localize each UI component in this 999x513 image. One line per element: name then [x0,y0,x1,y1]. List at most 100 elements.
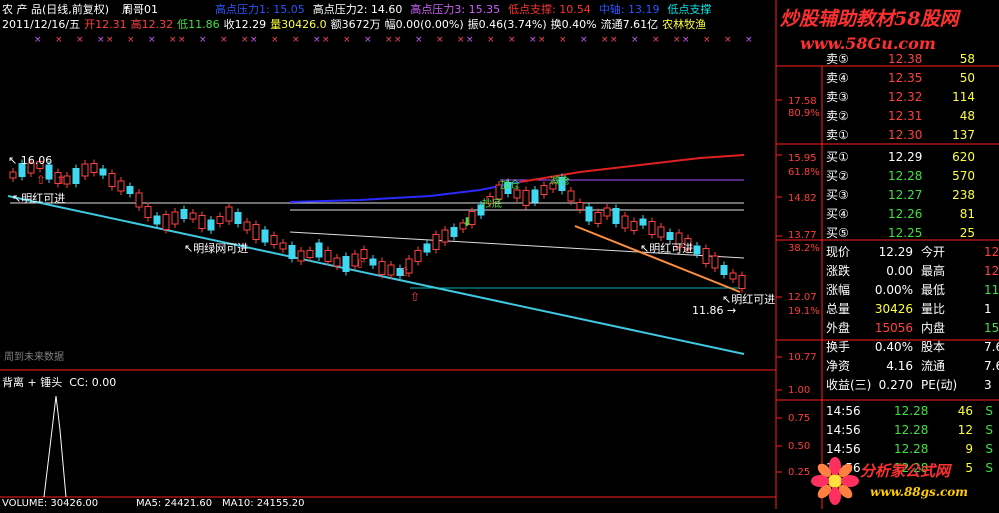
ohlc-field: 换0.40% [550,18,597,31]
candle-body [72,168,80,184]
candle-body [441,229,449,243]
lower-axis-tick-label: 0.50 [788,441,811,452]
tick-time: 14:56 [826,404,861,418]
candle-body [225,206,233,222]
candle-body [333,257,341,267]
overlay-label: 高点压力2: 14.60 [312,3,403,16]
candle-body [90,163,98,173]
quote-volume: 58 [959,52,975,66]
stat-value: 11 [984,283,999,297]
tick-price: 12.28 [894,404,929,418]
candle-body [432,234,440,250]
stat-label: 现价 [826,245,851,259]
stat-label: 今开 [921,245,946,259]
candle-body [603,207,611,217]
tick-row[interactable]: 14:56 12.28 12 S [826,421,999,440]
label-shengji: 加仓 [500,180,520,191]
signal-mark: × [343,35,351,45]
tick-row[interactable]: 14:56 12.28 46 S [826,402,999,421]
candle-body [522,190,530,206]
lower-axis-tick-label: 1.00 [788,385,811,396]
stat-label: 量比 [921,302,946,316]
candle-body [153,215,161,225]
candle-body [108,173,116,187]
axis-tick-label: 38.2% [788,243,820,254]
quote-label: 买① [826,150,849,164]
ohlc-field: 低11.86 [177,18,220,31]
signal-mark: × [673,35,681,45]
axis-tick-label: 14.82 [788,193,817,204]
stat-row: 净资 4.16 流通 7.6 [826,357,999,376]
quote-volume: 81 [959,207,975,221]
candle-body [576,202,584,210]
candle-body [198,215,206,229]
flower-logo-icon [811,457,859,505]
quote-price: 12.29 [888,150,923,164]
stat-label: 外盘 [826,321,851,335]
ohlc-info: 2011/12/16/五 开12.31 高12.32 低11.86 收12.29 量304… [2,18,710,31]
axis-tick-label: 17.58 [788,96,817,107]
candle-body [342,256,350,272]
signal-mark: × [169,35,177,45]
lower-panel-title: 背离 + 锤头 CC: 0.00 [2,376,117,389]
signal-mark: × [250,35,258,45]
quote-volume: 620 [952,150,975,164]
candle-body [540,185,548,195]
candle-body [144,206,152,218]
stat-value: 0.40% [874,340,913,354]
candle-body [117,180,125,192]
low-price-label: 11.86 → [692,304,737,317]
stat-value: 30426 [874,302,913,316]
stat-value: 7.6 [984,340,999,354]
quote-label: 卖① [826,128,849,142]
signal-mark: × [631,35,639,45]
candle-body [189,212,197,220]
ohlc-field: 量30426.0 [270,18,327,31]
candle-body [531,189,539,203]
stat-row: 收益(三) 0.270 PE(动) 3 [826,376,999,395]
candle-body [162,214,170,230]
candle-body [288,245,296,259]
stat-value: 0.270 [878,378,913,392]
stat-value: 12.29 [878,245,913,259]
stat-row: 涨跌 0.00 最高 12 [826,262,999,281]
signal-mark: × [601,35,609,45]
stat-label: 总量 [826,302,851,316]
quote-price: 12.32 [888,90,923,104]
stat-value: 15 [984,321,999,335]
axis-tick-label: 15.95 [788,153,817,164]
ma10-label: MA10: 24155.20 [222,498,305,509]
hint-label-3: ↖明红可进 [640,242,694,255]
signal-mark: × [106,35,114,45]
quote-row: 卖④ 12.35 50 [826,69,999,88]
stat-value: 0.00 [886,264,913,278]
stat-value: 12 [984,245,999,259]
stat-row: 涨幅 0.00% 最低 11 [826,281,999,300]
logo [806,452,864,513]
high-price-label: ↖ 16.06 [8,154,53,167]
signal-mark: × [127,35,135,45]
candle-body [648,221,656,235]
signal-mark: × [322,35,330,45]
ohlc-field: 2011/12/16/五 [2,18,81,31]
ma5-label: MA5: 24421.60 [136,498,213,509]
tick-price: 12.28 [894,442,929,456]
candle-body [243,221,251,231]
signal-mark: × [487,35,495,45]
svg-text:⇧: ⇧ [56,173,66,187]
overlay-label: 高点压力3: 15.35 [410,3,501,16]
quote-volume: 48 [959,109,975,123]
stat-value: 3 [984,378,992,392]
stat-label: 收益(三) [826,378,872,392]
logo-text: 分析家公式网 [860,462,951,480]
signal-mark: × [292,35,300,45]
signal-mark: × [415,35,423,45]
candle-body [99,168,107,176]
candle-body [711,255,719,269]
ohlc-field: 幅0.00(0.00%) [384,18,464,31]
svg-text:⇧: ⇧ [36,173,46,187]
axis-tick-label: 12.07 [788,292,817,303]
quote-row: 买④ 12.26 81 [826,205,999,224]
signal-mark: × [271,35,279,45]
candle-body [729,272,737,280]
